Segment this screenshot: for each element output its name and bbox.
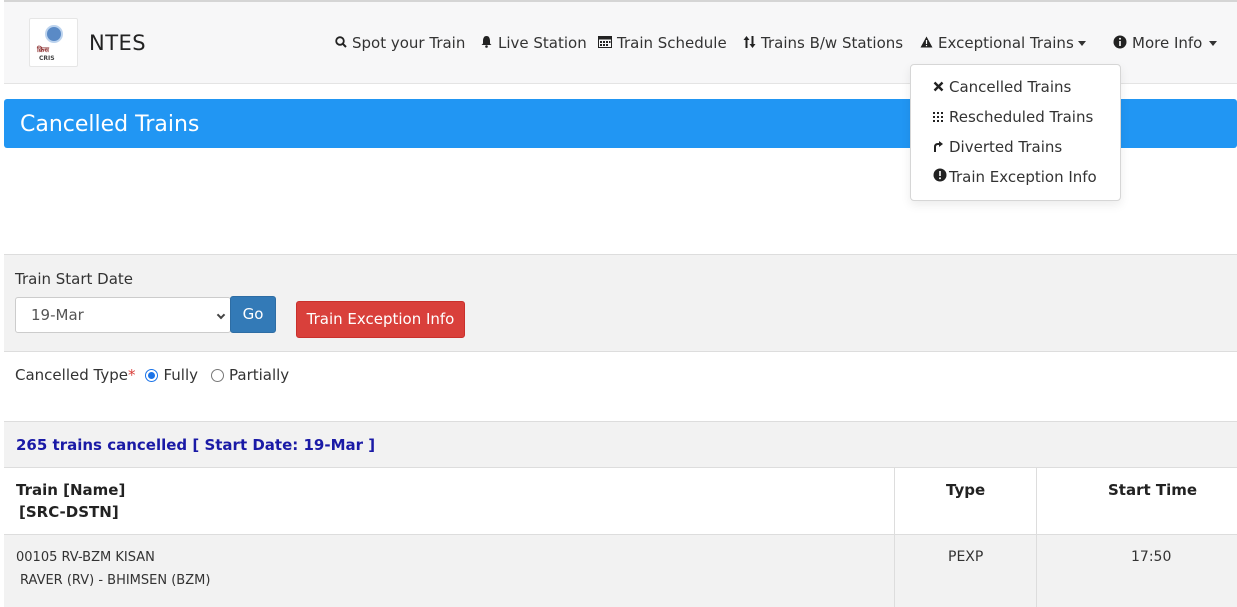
bell-icon [480, 35, 493, 51]
nav-trains-between[interactable]: Trains B/w Stations [743, 34, 903, 52]
table-header-row: Train [Name] [SRC-DSTN] Type Start Time [4, 467, 1237, 535]
menu-item-train-exception-info[interactable]: Train Exception Info [933, 168, 1097, 186]
header-src-dstn: [SRC-DSTN] [19, 503, 119, 521]
search-icon [335, 35, 347, 51]
partially-radio-label[interactable]: Partially [229, 366, 289, 384]
header-train-name: Train [Name] [16, 481, 126, 499]
cell-type: PEXP [948, 549, 984, 565]
menu-item-label: Train Exception Info [949, 168, 1097, 186]
menu-item-rescheduled-trains[interactable]: Rescheduled Trains [933, 108, 1093, 126]
brand-title[interactable]: NTES [89, 31, 146, 55]
header-type: Type [946, 481, 986, 499]
x-icon [933, 81, 949, 95]
train-number-name: 00105 RV-BZM KISAN [16, 550, 155, 565]
cris-logo[interactable]: क्रिस CRIS [29, 18, 78, 67]
menu-item-label: Diverted Trains [949, 138, 1063, 156]
results-summary-bar: 265 trains cancelled [ Start Date: 19-Ma… [4, 421, 1237, 468]
train-route: RAVER (RV) - BHIMSEN (BZM) [20, 573, 211, 588]
nav-exceptional-trains-label: Exceptional Trains [938, 34, 1074, 52]
warning-icon [920, 36, 933, 51]
cancelled-trains-table: Train [Name] [SRC-DSTN] Type Start Time … [4, 467, 1237, 607]
header-train: Train [Name] [SRC-DSTN] [16, 479, 125, 523]
logo-text-cris: CRIS [39, 55, 55, 62]
menu-item-cancelled-trains[interactable]: Cancelled Trains [933, 78, 1071, 96]
cell-train: 00105 RV-BZM KISAN RAVER (RV) - BHIMSEN … [16, 546, 210, 592]
emblem-icon [45, 25, 63, 43]
partially-radio[interactable] [211, 368, 224, 382]
train-exception-info-button[interactable]: Train Exception Info [296, 301, 465, 338]
table-row[interactable]: 00105 RV-BZM KISAN RAVER (RV) - BHIMSEN … [4, 535, 1237, 607]
column-divider [1036, 467, 1037, 607]
nav-exceptional-trains[interactable]: Exceptional Trains [920, 34, 1086, 52]
column-divider [894, 467, 895, 607]
nav-spot-train-label: Spot your Train [352, 34, 466, 52]
menu-item-diverted-trains[interactable]: Diverted Trains [933, 138, 1062, 156]
grid-icon [933, 111, 949, 125]
menu-item-label: Cancelled Trains [949, 78, 1072, 96]
start-date-value: 19-Mar [31, 306, 84, 324]
chevron-down-icon [1209, 40, 1218, 46]
cell-start-time: 17:50 [1131, 549, 1172, 565]
filter-panel: Train Start Date 19-Mar Go Train Excepti… [4, 254, 1237, 352]
exclamation-circle-icon [933, 168, 949, 185]
nav-live-station[interactable]: Live Station [480, 34, 587, 52]
header-start-time: Start Time [1108, 481, 1198, 499]
nav-trains-between-label: Trains B/w Stations [761, 34, 904, 52]
nav-live-station-label: Live Station [498, 34, 587, 52]
chevron-down-icon [1077, 40, 1086, 46]
nav-more-info-label: More Info [1132, 34, 1203, 52]
nav-train-schedule-label: Train Schedule [617, 34, 727, 52]
exceptional-trains-dropdown: Cancelled Trains Rescheduled Trains Dive… [910, 64, 1121, 201]
nav-spot-train[interactable]: Spot your Train [335, 34, 465, 52]
go-button[interactable]: Go [230, 296, 276, 333]
results-summary: 265 trains cancelled [ Start Date: 19-Ma… [16, 436, 376, 454]
diverted-arrow-icon [933, 140, 949, 155]
sort-arrows-icon [743, 35, 756, 52]
page-title: Cancelled Trains [20, 112, 200, 137]
required-mark: * [127, 366, 136, 384]
nav-train-schedule[interactable]: Train Schedule [598, 34, 727, 52]
start-date-label: Train Start Date [15, 270, 134, 288]
cancelled-type-group: Cancelled Type * Fully Partially [15, 366, 289, 384]
info-circle-icon [1113, 35, 1127, 52]
menu-item-label: Rescheduled Trains [949, 108, 1094, 126]
cancelled-type-label: Cancelled Type [15, 366, 128, 384]
fully-radio-label[interactable]: Fully [163, 366, 198, 384]
logo-text-hindi: क्रिस [37, 46, 49, 54]
chevron-down-icon [216, 310, 226, 320]
calendar-icon [598, 35, 612, 51]
fully-radio[interactable] [145, 368, 159, 382]
nav-more-info[interactable]: More Info [1113, 34, 1218, 52]
start-date-select[interactable]: 19-Mar [15, 297, 231, 333]
